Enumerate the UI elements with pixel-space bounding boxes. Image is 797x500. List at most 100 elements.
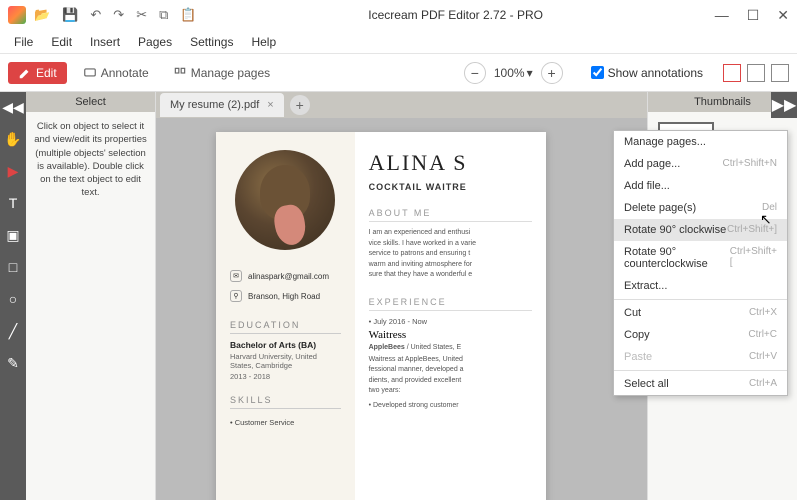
select-panel: Select Click on object to select it and … (26, 92, 156, 500)
company: AppleBees / United States, E (369, 344, 532, 351)
open-icon[interactable]: 📂 (34, 7, 50, 23)
annotate-label: Annotate (101, 66, 149, 80)
cut-icon[interactable]: ✂ (136, 7, 147, 23)
ctx-separator (614, 299, 787, 300)
tool-strip: ◀◀ ✋ ▶ T ▣ □ ○ ╱ ✎ (0, 92, 26, 500)
tab-close-icon[interactable]: × (267, 99, 273, 111)
ctx-separator (614, 370, 787, 371)
menu-pages[interactable]: Pages (130, 33, 180, 51)
text-tool[interactable]: T (4, 194, 22, 212)
ctx-paste: PasteCtrl+V (614, 346, 787, 368)
redo-icon[interactable]: ↷ (113, 7, 124, 23)
rect-tool[interactable]: □ (4, 258, 22, 276)
zoom-value[interactable]: 100%▾ (494, 66, 533, 80)
show-annotations-checkbox[interactable] (591, 66, 604, 79)
about-text: I am an experienced and enthusi vice ski… (369, 228, 532, 281)
chevron-down-icon: ▾ (527, 66, 533, 80)
undo-icon[interactable]: ↶ (90, 7, 101, 23)
ctx-rotate-ccw[interactable]: Rotate 90° counterclockwiseCtrl+Shift+[ (614, 241, 787, 275)
about-header: ABOUT ME (369, 208, 532, 222)
menu-help[interactable]: Help (243, 33, 284, 51)
education-header: EDUCATION (230, 320, 341, 334)
edit-label: Edit (36, 66, 57, 80)
page-left-col: ✉alinaspark@gmail.com ⚲Branson, High Roa… (216, 132, 355, 500)
quick-actions: 📂 💾 ↶ ↷ ✂ ⧉ 📋 (34, 7, 197, 23)
window-title: Icecream PDF Editor 2.72 - PRO (197, 8, 715, 22)
circle-tool[interactable]: ○ (4, 290, 22, 308)
image-tool[interactable]: ▣ (4, 226, 22, 244)
ctx-copy[interactable]: CopyCtrl+C (614, 324, 787, 346)
maximize-icon[interactable]: ☐ (747, 7, 760, 24)
actual-size-icon[interactable] (771, 64, 789, 82)
fit-page-icon[interactable] (747, 64, 765, 82)
annotate-button[interactable]: Annotate (75, 62, 157, 84)
ctx-rotate-cw[interactable]: Rotate 90° clockwiseCtrl+Shift+] (614, 219, 787, 241)
person-role: COCKTAIL WAITRE (369, 182, 532, 192)
select-panel-help: Click on object to select it and view/ed… (26, 112, 155, 208)
window-controls: — ☐ ✕ (715, 7, 789, 24)
context-menu: Manage pages... Add page...Ctrl+Shift+N … (613, 130, 788, 396)
paste-icon[interactable]: 📋 (180, 7, 196, 23)
avatar-image (235, 150, 335, 250)
email-row: ✉alinaspark@gmail.com (230, 270, 341, 282)
exp-date: • July 2016 - Now (369, 317, 532, 326)
pdf-page[interactable]: ✉alinaspark@gmail.com ⚲Branson, High Roa… (216, 132, 546, 500)
tab-label: My resume (2).pdf (170, 99, 259, 111)
save-icon[interactable]: 💾 (62, 7, 78, 23)
ctx-cut[interactable]: CutCtrl+X (614, 302, 787, 324)
add-tab-button[interactable]: + (290, 95, 310, 115)
pin-icon: ⚲ (230, 290, 242, 302)
draw-tool[interactable]: ✎ (4, 354, 22, 372)
title-bar: 📂 💾 ↶ ↷ ✂ ⧉ 📋 Icecream PDF Editor 2.72 -… (0, 0, 797, 30)
ctx-delete-page[interactable]: Delete page(s)Del (614, 197, 787, 219)
job-desc: Waitress at AppleBees, United fessional … (369, 355, 532, 397)
menu-file[interactable]: File (6, 33, 41, 51)
zoom-in-button[interactable]: + (541, 62, 563, 84)
zoom-out-button[interactable]: − (464, 62, 486, 84)
university: Harvard University, United States, Cambr… (230, 352, 341, 370)
page-right-col: ALINA S COCKTAIL WAITRE ABOUT ME I am an… (355, 132, 546, 500)
ctx-add-page[interactable]: Add page...Ctrl+Shift+N (614, 153, 787, 175)
pages-icon (173, 66, 187, 80)
show-annotations-label: Show annotations (608, 66, 703, 80)
view-mode-icons (723, 64, 789, 82)
menu-insert[interactable]: Insert (82, 33, 128, 51)
toolbar: Edit Annotate Manage pages − 100%▾ + Sho… (0, 54, 797, 92)
skill-item: • Customer Service (230, 418, 341, 427)
years: 2013 - 2018 (230, 372, 341, 381)
job-bullet: • Developed strong customer (369, 401, 532, 412)
zoom-controls: − 100%▾ + Show annotations (464, 62, 789, 84)
manage-pages-button[interactable]: Manage pages (165, 62, 278, 84)
edit-button[interactable]: Edit (8, 62, 67, 84)
ctx-extract[interactable]: Extract... (614, 275, 787, 297)
degree: Bachelor of Arts (BA) (230, 340, 341, 350)
address-row: ⚲Branson, High Road (230, 290, 341, 302)
minimize-icon[interactable]: — (715, 7, 729, 24)
collapse-thumbs-icon[interactable]: ▶▶ (771, 92, 797, 118)
fit-width-icon[interactable] (723, 64, 741, 82)
ctx-select-all[interactable]: Select allCtrl+A (614, 373, 787, 395)
hand-tool[interactable]: ✋ (4, 130, 22, 148)
ctx-add-file[interactable]: Add file... (614, 175, 787, 197)
annotate-icon (83, 66, 97, 80)
tab-bar: My resume (2).pdf × + (156, 92, 647, 118)
app-logo (8, 6, 26, 24)
skills-header: SKILLS (230, 395, 341, 409)
manage-label: Manage pages (191, 66, 270, 80)
email-icon: ✉ (230, 270, 242, 282)
close-icon[interactable]: ✕ (777, 7, 789, 24)
document-tab[interactable]: My resume (2).pdf × (160, 93, 284, 117)
menu-edit[interactable]: Edit (43, 33, 80, 51)
collapse-icon[interactable]: ◀◀ (4, 98, 22, 116)
line-tool[interactable]: ╱ (4, 322, 22, 340)
menu-bar: File Edit Insert Pages Settings Help (0, 30, 797, 54)
job-title: Waitress (369, 329, 532, 341)
select-panel-title: Select (26, 92, 155, 112)
person-name: ALINA S (369, 150, 532, 176)
experience-header: EXPERIENCE (369, 297, 532, 311)
ctx-manage-pages[interactable]: Manage pages... (614, 131, 787, 153)
menu-settings[interactable]: Settings (182, 33, 241, 51)
show-annotations-toggle[interactable]: Show annotations (591, 66, 703, 80)
select-tool[interactable]: ▶ (4, 162, 22, 180)
copy-icon[interactable]: ⧉ (159, 7, 168, 23)
